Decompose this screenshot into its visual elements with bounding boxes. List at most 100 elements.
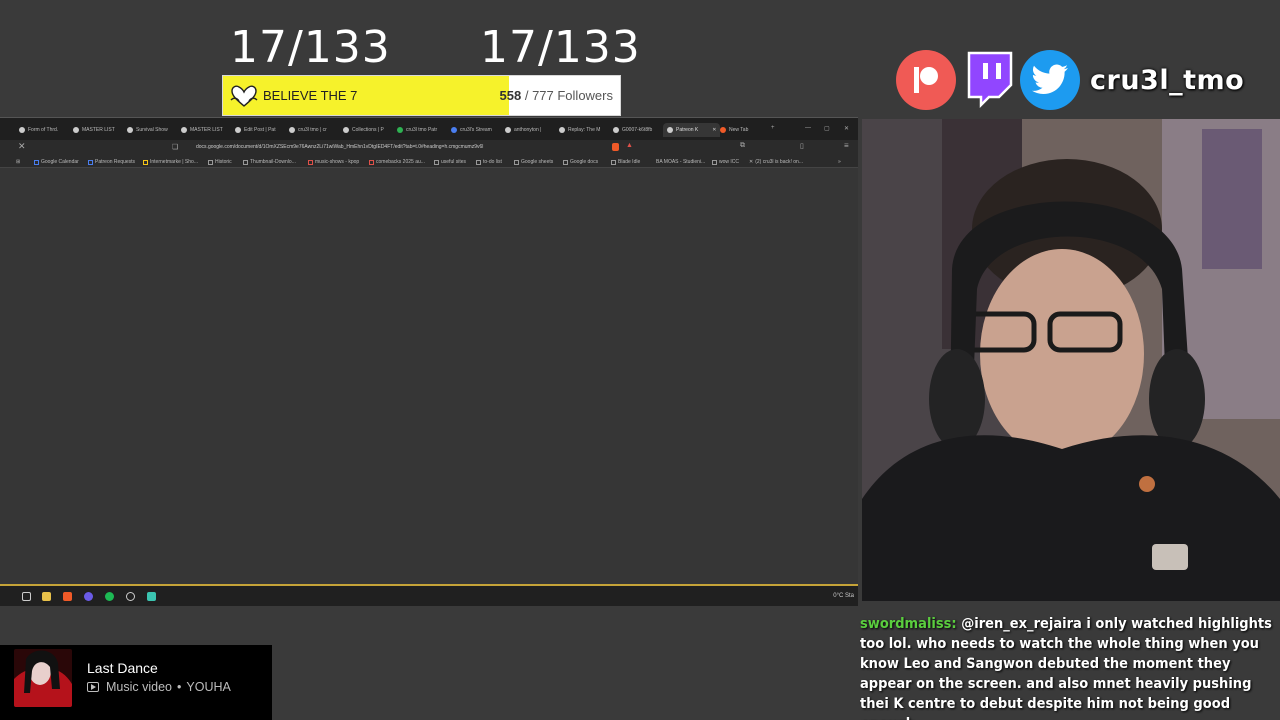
menu-icon[interactable]: ≡ [844, 141, 849, 150]
x-icon: ✕ [749, 159, 754, 165]
app-icon[interactable] [84, 592, 93, 601]
docs-icon [88, 159, 93, 165]
browser-tab[interactable]: MASTER LIST [73, 123, 115, 137]
bookmark-item[interactable]: Google Calendar [34, 159, 79, 165]
calendar-icon [34, 159, 39, 165]
progress-counter-left: 17/133 [230, 22, 391, 73]
site-icon [308, 159, 313, 165]
webcam-feed [862, 119, 1280, 601]
stream-overlay: 17/133 17/133 BELIEVE THE 7 558 / 777 Fo… [0, 0, 1280, 720]
favicon-icon [235, 127, 241, 133]
track-title: Last Dance [87, 660, 158, 676]
browser-tab[interactable]: Edit Post | Pat [235, 123, 276, 137]
bookmark-item[interactable]: Thumbnail-Downlo... [243, 159, 296, 165]
extensions-icon[interactable]: ⧉ [740, 142, 745, 150]
track-type: Music video [106, 680, 172, 694]
close-window-icon[interactable]: ✕ [844, 125, 849, 132]
favicon-icon [397, 127, 403, 133]
page-content-loading [0, 169, 858, 583]
bookmark-item[interactable]: comebacks 2025 au... [369, 159, 425, 165]
obs-icon[interactable] [126, 592, 135, 601]
favicon-icon [505, 127, 511, 133]
favicon-icon [667, 127, 673, 133]
brave-shields-icon[interactable] [612, 143, 619, 151]
bookmark-item[interactable]: Internetmarke | Sho... [143, 159, 198, 165]
heart-hands-icon [230, 85, 258, 107]
app-icon[interactable] [147, 592, 156, 601]
folder-icon [208, 159, 213, 165]
brave-rewards-icon[interactable]: ▲ [626, 142, 633, 149]
twitter-icon [1020, 50, 1080, 110]
address-bar[interactable]: docs.google.com/document/d/1OmXZSEcm9e76… [196, 144, 483, 150]
task-view-icon[interactable] [22, 592, 31, 601]
maximize-icon[interactable]: ▢ [824, 125, 830, 132]
twitch-icon [958, 50, 1018, 110]
album-art [14, 649, 72, 707]
close-tab-icon[interactable]: ✕ [712, 127, 716, 133]
bookmark-item[interactable]: music-shows - kpop [308, 159, 359, 165]
browser-tab[interactable]: anthonyton | [505, 123, 541, 137]
site-icon [369, 159, 374, 165]
favicon-icon [451, 127, 457, 133]
apps-icon[interactable]: ⊞ [16, 159, 20, 165]
new-tab-icon[interactable]: + [771, 125, 775, 131]
bookmark-folder[interactable]: Historic [208, 159, 232, 165]
follower-count-target: / 777 Followers [524, 88, 613, 103]
browser-tab[interactable]: New Tab [720, 123, 748, 137]
channel-handle: cru3l_tmo [1090, 64, 1245, 96]
browser-tab[interactable]: Collections | P [343, 123, 384, 137]
brave-icon [720, 127, 726, 133]
browser-tab[interactable]: cru3l tmo | cr [289, 123, 327, 137]
browser-tab[interactable]: cru3l's Stream [451, 123, 492, 137]
favicon-icon [559, 127, 565, 133]
folder-icon [514, 159, 519, 165]
folder-icon [712, 159, 717, 165]
minimize-icon[interactable]: — [805, 125, 811, 131]
favicon-icon [19, 127, 25, 133]
favicon-icon [127, 127, 133, 133]
follower-goal-title: BELIEVE THE 7 [263, 88, 358, 103]
weather-widget[interactable]: 0°C Sta [833, 593, 854, 599]
bookmark-folder[interactable]: wow ICC [712, 159, 739, 165]
music-video-icon [87, 682, 99, 692]
favicon-icon [73, 127, 79, 133]
bookmark-folder[interactable]: useful sites [434, 159, 466, 165]
browser-tab[interactable]: Replay: The M [559, 123, 600, 137]
chat-username: swordmaliss: [860, 616, 957, 632]
meta-separator: • [177, 680, 182, 694]
track-meta: Music video • YOUHA [87, 680, 231, 694]
bookmark-folder[interactable]: to-do list [476, 159, 502, 165]
follower-count-current: 558 [499, 88, 522, 103]
chat-message: swordmaliss: @iren_ex_rejaira i only wat… [860, 614, 1276, 720]
browser-tab-bar: Form of Thrd. MASTER LIST Survival Show … [0, 118, 858, 140]
browser-tab[interactable]: G0007-k6t8fb [613, 123, 652, 137]
track-artist: YOUHA [186, 680, 231, 694]
sidebar-icon[interactable]: ▯ [800, 142, 804, 150]
more-bookmarks-icon[interactable]: » [838, 159, 841, 165]
bookmark-item[interactable]: Patreon Requests [88, 159, 135, 165]
brave-browser-icon[interactable] [63, 592, 72, 601]
browser-tab[interactable]: MASTER LIST [181, 123, 223, 137]
file-explorer-icon[interactable] [42, 592, 51, 601]
bookmark-folder[interactable]: Google docs [563, 159, 598, 165]
browser-tab-active[interactable]: Patreon K ✕ [663, 123, 721, 137]
bookmarks-bar: ⊞ Google Calendar Patreon Requests Inter… [0, 156, 858, 168]
favicon-icon [289, 127, 295, 133]
bookmark-item[interactable]: ✕ (2) cru3l is back! on... [749, 159, 803, 165]
browser-tab[interactable]: Survival Show [127, 123, 168, 137]
browser-tab[interactable]: cru3l tmo Patr [397, 123, 437, 137]
bookmark-item[interactable]: BA MOAS - Studieni... [656, 159, 705, 165]
patreon-icon [896, 50, 956, 110]
stop-loading-icon[interactable]: ✕ [18, 141, 26, 152]
bookmark-folder[interactable]: Blade Idle [611, 159, 640, 165]
now-playing-widget: Last Dance Music video • YOUHA [0, 645, 272, 720]
windows-taskbar: 0°C Sta [0, 584, 858, 606]
browser-capture: Form of Thrd. MASTER LIST Survival Show … [0, 117, 858, 606]
spotify-icon[interactable] [105, 592, 114, 601]
bookmark-icon[interactable]: ❏ [172, 143, 178, 151]
favicon-icon [343, 127, 349, 133]
browser-tab[interactable]: Form of Thrd. [19, 123, 58, 137]
bookmark-folder[interactable]: Google sheets [514, 159, 553, 165]
site-icon [143, 159, 148, 165]
folder-icon [434, 159, 439, 165]
